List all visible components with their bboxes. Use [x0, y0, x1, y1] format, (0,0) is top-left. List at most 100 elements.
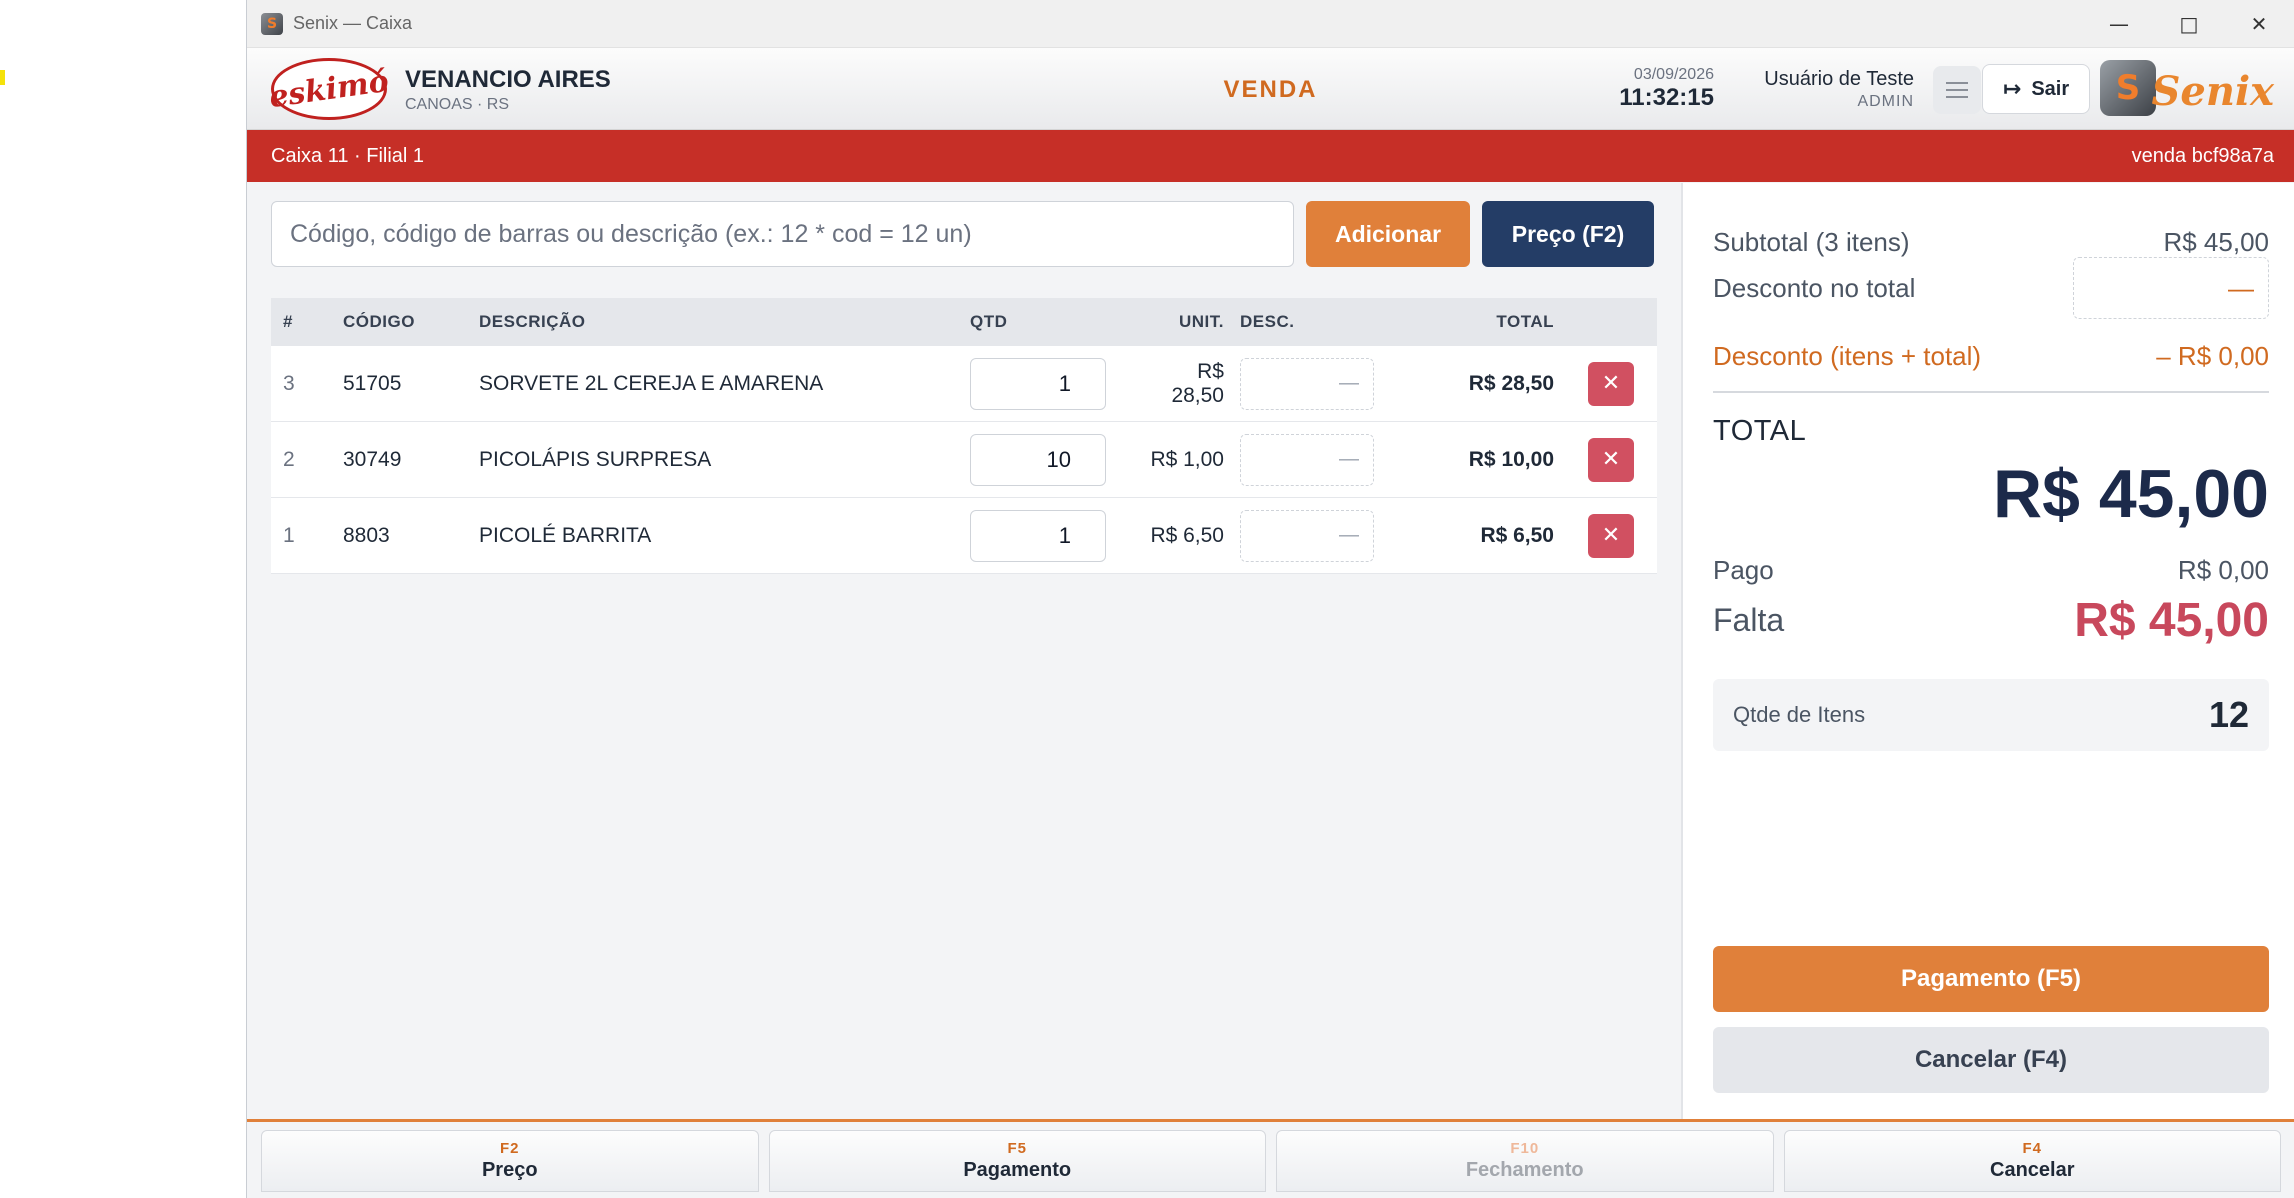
app-header: eskimó VENANCIO AIRES CANOAS · RS VENDA … — [247, 48, 2294, 130]
discount-input[interactable]: — — [1240, 509, 1374, 562]
header-qty: QTD — [970, 312, 1008, 331]
title-bar: S Senix — Caixa — □ ✕ — [247, 0, 2294, 48]
exit-label: Sair — [2031, 77, 2070, 100]
datetime: 03/09/2026 11:32:15 — [1619, 66, 1714, 112]
user-role: ADMIN — [1857, 93, 1914, 110]
item-count-label: Qtde de Itens — [1733, 702, 1866, 727]
row-description: PICOLÁPIS SURPRESA — [479, 447, 712, 471]
row-unit-price: R$ 1,00 — [1150, 447, 1224, 471]
user-name: Usuário de Teste — [1764, 68, 1914, 90]
minimize-icon[interactable]: — — [2084, 0, 2154, 48]
register-info-bar: Caixa 11 · Filial 1 venda bcf98a7a — [247, 130, 2294, 182]
exit-button[interactable]: ↦ Sair — [1982, 64, 2090, 114]
senix-logo-icon: S — [2100, 60, 2156, 116]
item-count-box: Qtde de Itens 12 — [1713, 679, 2269, 751]
paid-row: Pago R$ 0,00 — [1713, 555, 2269, 586]
window-title: Senix — Caixa — [293, 13, 413, 33]
remove-item-icon[interactable]: ✕ — [1588, 513, 1634, 558]
fkey-label: Pagamento — [963, 1159, 1072, 1181]
fkey-label: Cancelar — [1990, 1159, 2075, 1181]
app-icon: S — [261, 12, 283, 35]
qty-input[interactable] — [970, 357, 1106, 410]
subtotal-value: R$ 45,00 — [2163, 227, 2269, 257]
discount-total-input[interactable]: — — [2073, 257, 2269, 319]
eskimo-logo: eskimó — [267, 58, 391, 120]
fkey-payment[interactable]: F5 Pagamento — [768, 1130, 1266, 1192]
clock: 11:32:15 — [1619, 84, 1714, 111]
subtotal-row: Subtotal (3 itens) R$ 45,00 — [1713, 227, 2269, 258]
header-num: # — [283, 312, 293, 331]
items-panel: Adicionar Preço (F2) # CÓDIGO DESCRIÇÃO … — [247, 183, 1681, 1119]
logout-icon: ↦ — [2002, 76, 2022, 102]
add-button[interactable]: Adicionar — [1306, 201, 1470, 267]
fkey-price[interactable]: F2 Preço — [261, 1130, 759, 1192]
search-row: Adicionar Preço (F2) — [271, 201, 1654, 267]
close-icon[interactable]: ✕ — [2224, 0, 2294, 48]
total-label: TOTAL — [1713, 415, 1807, 447]
hamburger-menu-icon[interactable] — [1933, 66, 1981, 114]
store-info: VENANCIO AIRES CANOAS · RS — [405, 66, 611, 114]
date: 03/09/2026 — [1633, 66, 1714, 83]
discount-all-row: Desconto (itens + total) – R$ 0,00 — [1713, 341, 2269, 372]
qty-input[interactable] — [970, 509, 1106, 562]
header-unit: UNIT. — [1179, 312, 1224, 331]
row-code: 8803 — [343, 523, 390, 547]
row-total: R$ 28,50 — [1468, 371, 1554, 395]
discount-input[interactable]: — — [1240, 357, 1374, 410]
row-code: 30749 — [343, 447, 402, 471]
remove-item-icon[interactable]: ✕ — [1588, 437, 1634, 482]
remove-item-icon[interactable]: ✕ — [1588, 361, 1634, 406]
store-city: CANOAS · RS — [405, 96, 510, 113]
price-button[interactable]: Preço (F2) — [1482, 201, 1654, 267]
row-unit-price: R$ 28,50 — [1171, 359, 1224, 407]
fkey-label: Fechamento — [1465, 1159, 1584, 1181]
discount-total-row: Desconto no total — — [1713, 257, 2269, 319]
fkey-closing[interactable]: F10 Fechamento — [1276, 1130, 1774, 1192]
missing-value: R$ 45,00 — [2074, 594, 2269, 647]
discount-total-label: Desconto no total — [1713, 272, 1916, 303]
missing-label: Falta — [1713, 602, 1785, 638]
subtotal-label: Subtotal (3 itens) — [1713, 227, 1910, 257]
row-total: R$ 6,50 — [1480, 523, 1554, 547]
header-discount: DESC. — [1240, 312, 1295, 331]
senix-logo-text: Senix — [2151, 68, 2274, 115]
divider — [1713, 391, 2269, 393]
summary-panel: Subtotal (3 itens) R$ 45,00 Desconto no … — [1681, 183, 2294, 1119]
table-row: 2 30749 PICOLÁPIS SURPRESA R$ 1,00 — R$ … — [271, 422, 1657, 498]
register-label: Caixa 11 · Filial 1 — [271, 144, 425, 167]
fkey-code: F2 — [499, 1140, 520, 1157]
total-value: R$ 45,00 — [1993, 456, 2269, 532]
header-description: DESCRIÇÃO — [479, 312, 586, 331]
row-description: SORVETE 2L CEREJA E AMARENA — [479, 371, 824, 395]
paid-label: Pago — [1713, 555, 1774, 585]
user-info: Usuário de Teste ADMIN — [1764, 68, 1914, 111]
row-unit-price: R$ 6,50 — [1150, 523, 1224, 547]
main-content: Adicionar Preço (F2) # CÓDIGO DESCRIÇÃO … — [247, 183, 2294, 1119]
window-controls: — □ ✕ — [2084, 0, 2294, 48]
yellow-marker — [0, 70, 5, 85]
row-num: 1 — [283, 523, 295, 547]
paid-value: R$ 0,00 — [2177, 555, 2269, 585]
row-num: 2 — [283, 447, 295, 471]
items-table: # CÓDIGO DESCRIÇÃO QTD UNIT. DESC. TOTAL… — [271, 298, 1657, 574]
fkey-cancel[interactable]: F4 Cancelar — [1783, 1130, 2281, 1192]
qty-input[interactable] — [970, 433, 1106, 486]
row-total: R$ 10,00 — [1468, 447, 1554, 471]
discount-input[interactable]: — — [1240, 433, 1374, 486]
missing-row: Falta R$ 45,00 — [1713, 593, 2269, 648]
item-count-value: 12 — [2208, 694, 2249, 735]
table-row: 1 8803 PICOLÉ BARRITA R$ 6,50 — R$ 6,50 … — [271, 498, 1657, 574]
row-num: 3 — [283, 371, 295, 395]
store-name: VENANCIO AIRES — [405, 66, 611, 93]
maximize-icon[interactable]: □ — [2154, 0, 2224, 48]
fkey-code: F4 — [2022, 1140, 2042, 1157]
function-key-bar: F2 Preço F5 Pagamento F10 Fechamento F4 … — [247, 1119, 2294, 1198]
sale-id: venda bcf98a7a — [2131, 144, 2274, 167]
payment-button[interactable]: Pagamento (F5) — [1713, 946, 2269, 1012]
discount-all-value: – R$ 0,00 — [2156, 341, 2269, 371]
fkey-code: F5 — [1007, 1140, 1027, 1157]
cancel-button[interactable]: Cancelar (F4) — [1713, 1027, 2269, 1093]
table-header: # CÓDIGO DESCRIÇÃO QTD UNIT. DESC. TOTAL — [271, 298, 1657, 346]
search-input[interactable] — [271, 201, 1294, 267]
row-code: 51705 — [343, 371, 402, 395]
